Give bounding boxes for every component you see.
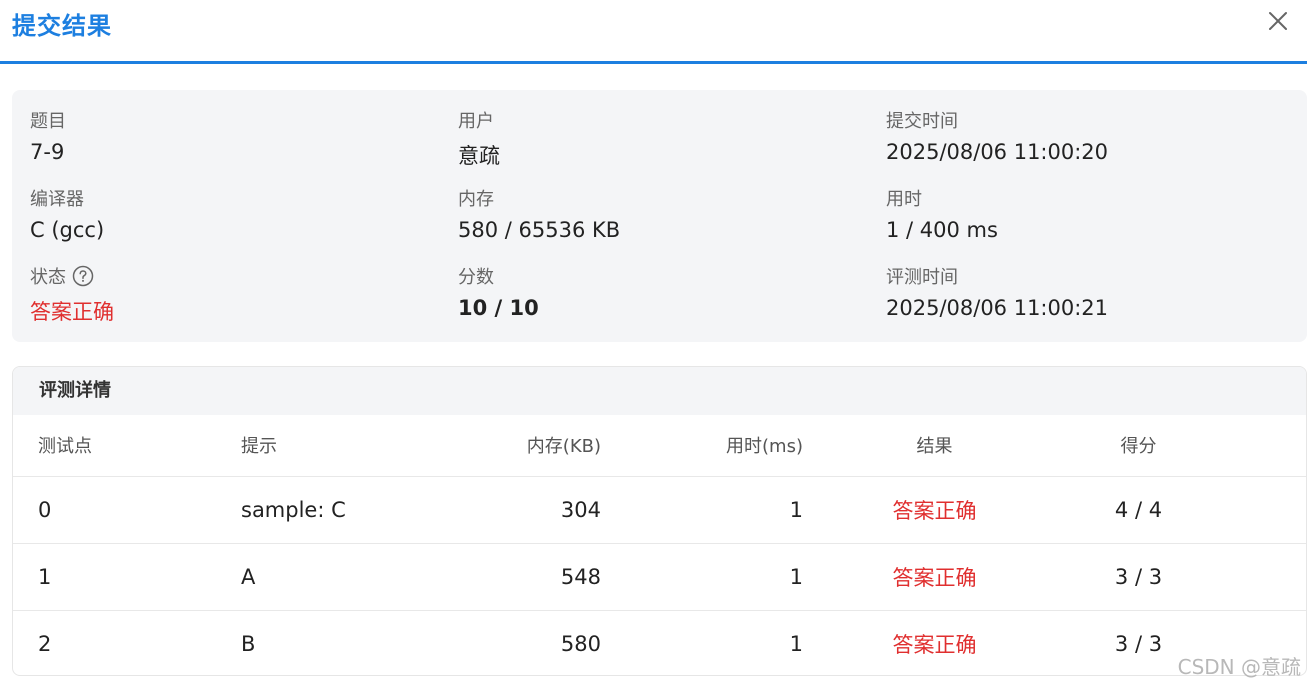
submission-result-dialog: 提交结果 题目 7-9 编译器 C (gcc) 状态 答案正确 用户 意疏 内存… — [0, 0, 1307, 686]
submission-info-card: 题目 7-9 编译器 C (gcc) 状态 答案正确 用户 意疏 内存 580 … — [12, 90, 1307, 342]
info-value: 1 / 400 ms — [886, 218, 998, 242]
cell-result: 答案正确 — [892, 632, 977, 657]
cell-memory: 548 — [560, 564, 601, 589]
column-header-testcase: 测试点 — [38, 436, 92, 458]
info-value: C (gcc) — [30, 218, 105, 242]
dialog-title: 提交结果 — [12, 12, 112, 40]
test-case-table: 测试点 提示 内存(KB) 用时(ms) 结果 得分 0 sample: C 3… — [13, 415, 1306, 675]
info-label: 分数 — [458, 267, 494, 288]
table-row: 0 sample: C 304 1 答案正确 4 / 4 — [13, 476, 1306, 543]
cell-time: 1 — [789, 564, 803, 589]
cell-memory: 304 — [560, 497, 601, 522]
info-submit-time: 提交时间 2025/08/06 11:00:20 — [886, 108, 1286, 170]
info-value: 2025/08/06 11:00:21 — [886, 296, 1109, 320]
cell-time: 1 — [789, 631, 803, 656]
info-value: 2025/08/06 11:00:20 — [886, 140, 1109, 164]
info-value: 意疏 — [458, 144, 500, 168]
judge-details-title: 评测详情 — [13, 367, 1306, 415]
cell-score: 3 / 3 — [1114, 564, 1163, 589]
cell-testcase: 2 — [38, 631, 52, 656]
info-label: 提交时间 — [886, 111, 958, 132]
cell-time: 1 — [789, 497, 803, 522]
table-row: 2 B 580 1 答案正确 3 / 3 — [13, 610, 1306, 675]
dialog-header: 提交结果 — [0, 0, 1307, 64]
cell-score: 4 / 4 — [1114, 497, 1163, 522]
status-label-row: 状态 — [30, 264, 430, 288]
cell-hint: A — [241, 564, 256, 589]
column-header-hint: 提示 — [241, 436, 277, 458]
info-judge-time: 评测时间 2025/08/06 11:00:21 — [886, 264, 1286, 326]
info-label: 用户 — [458, 111, 494, 132]
info-label: 用时 — [886, 189, 922, 210]
info-status: 状态 答案正确 — [30, 264, 430, 326]
cell-hint: sample: C — [241, 497, 346, 522]
score-value: 10 / 10 — [458, 296, 539, 320]
help-circle-icon[interactable] — [72, 265, 94, 287]
close-icon — [1269, 12, 1287, 30]
info-user: 用户 意疏 — [458, 108, 858, 170]
table-header-row: 测试点 提示 内存(KB) 用时(ms) 结果 得分 — [13, 415, 1306, 476]
info-problem: 题目 7-9 — [30, 108, 430, 170]
info-value: 7-9 — [30, 140, 65, 164]
info-compiler: 编译器 C (gcc) — [30, 186, 430, 248]
judge-details-panel: 评测详情 测试点 提示 内存(KB) 用时(ms) 结果 得分 0 sample… — [12, 366, 1307, 676]
cell-memory: 580 — [560, 631, 601, 656]
info-value: 580 / 65536 KB — [458, 218, 621, 242]
watermark: CSDN @意疏 — [1177, 655, 1301, 679]
info-time-used: 用时 1 / 400 ms — [886, 186, 1286, 248]
column-spacer — [1211, 415, 1306, 476]
info-label: 编译器 — [30, 189, 84, 210]
table-row: 1 A 548 1 答案正确 3 / 3 — [13, 543, 1306, 610]
column-header-memory: 内存(KB) — [526, 436, 601, 458]
info-label: 状态 — [30, 267, 66, 288]
cell-testcase: 1 — [38, 564, 52, 589]
info-label: 评测时间 — [886, 267, 958, 288]
cell-spacer — [1211, 543, 1306, 610]
info-score: 分数 10 / 10 — [458, 264, 858, 326]
status-value: 答案正确 — [30, 300, 114, 324]
cell-hint: B — [241, 631, 256, 656]
info-label: 题目 — [30, 111, 66, 132]
close-button[interactable] — [1265, 8, 1291, 34]
cell-result: 答案正确 — [892, 565, 977, 590]
column-header-time: 用时(ms) — [726, 436, 803, 458]
cell-testcase: 0 — [38, 497, 52, 522]
info-memory: 内存 580 / 65536 KB — [458, 186, 858, 248]
cell-result: 答案正确 — [892, 498, 977, 523]
column-header-result: 结果 — [916, 436, 953, 458]
column-header-score: 得分 — [1120, 436, 1157, 458]
info-label: 内存 — [458, 189, 494, 210]
cell-spacer — [1211, 476, 1306, 543]
